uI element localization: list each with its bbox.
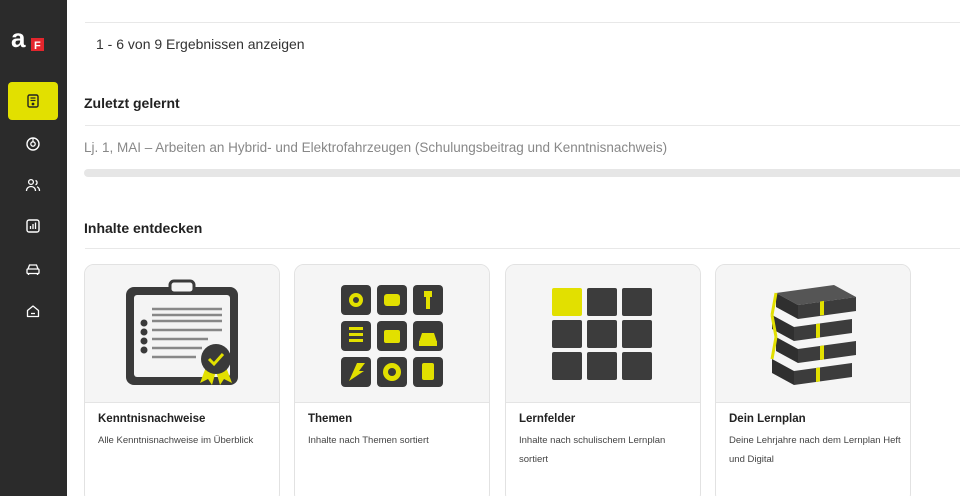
nav-statistics[interactable]: [0, 207, 67, 245]
card-image: [85, 265, 279, 403]
users-icon: [25, 178, 41, 192]
car-icon: [26, 264, 40, 275]
recent-section-title: Zuletzt gelernt: [84, 95, 180, 111]
nav-explore[interactable]: [0, 125, 67, 163]
book-stack-icon: [770, 284, 856, 385]
card-image: [716, 265, 910, 403]
discover-section-title: Inhalte entdecken: [84, 220, 203, 236]
card-title: Kenntnisnachweise: [98, 413, 206, 425]
card-dein-lernplan[interactable]: Dein Lernplan Deine Lehrjahre nach dem L…: [715, 264, 911, 496]
card-title: Lernfelder: [519, 413, 576, 425]
divider: [85, 248, 960, 249]
sidebar: a F: [0, 0, 67, 496]
learning-fields-grid-icon: [552, 287, 652, 380]
card-description: Inhalte nach Themen sortiert: [308, 435, 429, 446]
svg-text:F: F: [34, 40, 41, 52]
compass-icon: [26, 137, 40, 151]
app-logo[interactable]: a F: [11, 23, 45, 53]
card-image: [295, 265, 489, 403]
card-themen[interactable]: Themen Inhalte nach Themen sortiert: [294, 264, 490, 496]
card-kenntnisnachweise[interactable]: Kenntnisnachweise Alle Kenntnisnachweise…: [84, 264, 280, 496]
card-description: Deine Lehrjahre nach dem Lernplan Heft u…: [729, 435, 901, 465]
card-lernfelder[interactable]: Lernfelder Inhalte nach schulischem Lern…: [505, 264, 701, 496]
certificate-clipboard-icon: [126, 279, 238, 385]
card-image: [506, 265, 700, 403]
home-icon: [26, 305, 40, 318]
svg-text:a: a: [11, 25, 26, 53]
results-count: 1 - 6 von 9 Ergebnissen anzeigen: [96, 36, 305, 52]
card-description: Alle Kenntnisnachweise im Überblick: [98, 435, 254, 446]
divider: [85, 125, 960, 126]
topics-grid-icon: [341, 284, 443, 387]
certificate-icon: [27, 94, 39, 108]
recent-course-link[interactable]: Lj. 1, MAI – Arbeiten an Hybrid- und Ele…: [84, 140, 667, 155]
course-progress-bar: [84, 169, 960, 177]
card-title: Themen: [308, 413, 353, 425]
nav-users[interactable]: [0, 166, 67, 204]
card-description: Inhalte nach schulischem Lernplan sortie…: [519, 435, 666, 465]
card-title: Dein Lernplan: [729, 413, 806, 425]
nav-certificates[interactable]: [8, 82, 58, 120]
nav-vehicles[interactable]: [0, 250, 67, 288]
nav-home[interactable]: [0, 292, 67, 330]
chart-icon: [26, 219, 40, 233]
divider: [85, 22, 960, 23]
main-content: 1 - 6 von 9 Ergebnissen anzeigen Zuletzt…: [67, 0, 960, 496]
